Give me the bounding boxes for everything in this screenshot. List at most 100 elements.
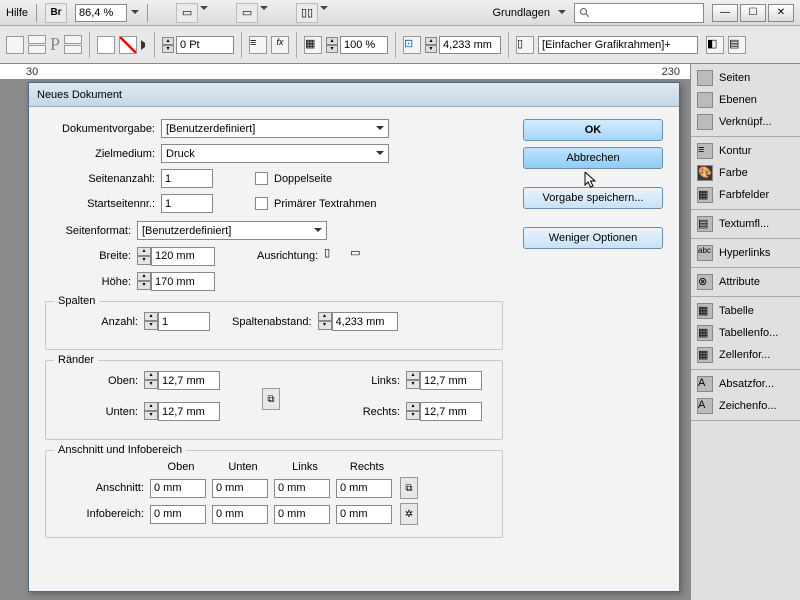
margin-right-label: Rechts: <box>320 406 400 418</box>
panel-absatzformate[interactable]: AAbsatzfor... <box>691 373 800 395</box>
slug-bottom-input[interactable] <box>212 505 268 524</box>
margin-bottom-input[interactable] <box>158 402 220 421</box>
margin-right-stepper[interactable]: ▴▾ <box>406 402 420 421</box>
bleed-legend: Anschnitt und Infobereich <box>54 444 186 456</box>
chevron-down-icon[interactable] <box>200 6 208 14</box>
panel-seiten[interactable]: Seiten <box>691 67 800 89</box>
intent-select[interactable]: Druck <box>161 144 389 163</box>
object-style-icon[interactable]: ▯ <box>516 36 534 54</box>
minimize-button[interactable]: — <box>712 4 738 22</box>
bleed-right-input[interactable] <box>336 479 392 498</box>
fill-swatch[interactable] <box>97 36 115 54</box>
fx-icon[interactable]: fx <box>271 36 289 54</box>
panel-zellenformate[interactable]: ▦Zellenfor... <box>691 344 800 366</box>
panel-kontur[interactable]: ≡Kontur <box>691 140 800 162</box>
tool-icon[interactable] <box>64 35 82 44</box>
opacity-input[interactable] <box>340 36 388 54</box>
bridge-button[interactable]: Br <box>45 3 67 23</box>
startpage-input[interactable] <box>161 194 213 213</box>
link-margins-icon[interactable]: ⧉ <box>262 388 280 410</box>
primary-frame-checkbox[interactable] <box>255 197 268 210</box>
column-count-stepper[interactable]: ▴▾ <box>144 312 158 331</box>
view-mode-2-button[interactable]: ▭ <box>236 3 258 23</box>
ok-button[interactable]: OK <box>523 119 663 141</box>
panel-ebenen[interactable]: Ebenen <box>691 89 800 111</box>
view-mode-1-button[interactable]: ▭ <box>176 3 198 23</box>
chevron-down-icon[interactable] <box>320 6 328 14</box>
dialog-titlebar[interactable]: Neues Dokument <box>29 83 679 107</box>
panel-farbfelder[interactable]: ▦Farbfelder <box>691 184 800 206</box>
menu-icon[interactable]: ▤ <box>728 36 746 54</box>
search-input[interactable] <box>574 3 704 23</box>
stroke-weight-stepper[interactable]: ▴▾ <box>162 37 174 53</box>
width-input[interactable] <box>151 247 215 266</box>
orientation-landscape-button[interactable]: ▭ <box>350 246 370 266</box>
reference-point-icon[interactable] <box>6 36 24 54</box>
column-count-input[interactable] <box>158 312 210 331</box>
doc-preset-select[interactable]: [Benutzerdefiniert] <box>161 119 389 138</box>
workspace-switcher[interactable]: Grundlagen <box>493 7 551 19</box>
zoom-input[interactable] <box>75 4 127 22</box>
fewer-options-button[interactable]: Weniger Optionen <box>523 227 663 249</box>
object-style-combo[interactable]: [Einfacher Grafikrahmen]+ <box>538 36 698 54</box>
chevron-down-icon[interactable] <box>260 6 268 14</box>
margin-top-stepper[interactable]: ▴▾ <box>144 371 158 390</box>
margin-left-input[interactable] <box>420 371 482 390</box>
facing-pages-checkbox[interactable] <box>255 172 268 185</box>
links-icon <box>697 114 713 130</box>
panel-attribute[interactable]: ⊗Attribute <box>691 271 800 293</box>
flip-v-icon[interactable] <box>28 45 46 54</box>
slug-right-input[interactable] <box>336 505 392 524</box>
height-stepper[interactable]: ▴▾ <box>137 272 151 291</box>
ruler-tick: 230 <box>662 66 680 78</box>
panel-hyperlinks[interactable]: abcHyperlinks <box>691 242 800 264</box>
cancel-button[interactable]: Abbrechen <box>523 147 663 169</box>
gap-input[interactable] <box>439 36 501 54</box>
margin-top-input[interactable] <box>158 371 220 390</box>
opacity-stepper[interactable]: ▴▾ <box>326 37 338 53</box>
margin-right-input[interactable] <box>420 402 482 421</box>
slug-top-input[interactable] <box>150 505 206 524</box>
gap-stepper[interactable]: ▴▾ <box>425 37 437 53</box>
chevron-down-icon <box>376 151 384 159</box>
stroke-swatch[interactable] <box>119 36 137 54</box>
panel-textumfluss[interactable]: ▤Textumfl... <box>691 213 800 235</box>
separator <box>36 4 37 22</box>
expand-icon[interactable] <box>141 40 147 50</box>
slug-left-input[interactable] <box>274 505 330 524</box>
link-bleed-icon[interactable]: ⧉ <box>400 477 418 499</box>
panel-farbe[interactable]: 🎨Farbe <box>691 162 800 184</box>
bleed-bottom-input[interactable] <box>212 479 268 498</box>
panel-zeichenformate[interactable]: AZeichenfo... <box>691 395 800 417</box>
maximize-button[interactable]: ☐ <box>740 4 766 22</box>
text-wrap-icon[interactable]: ▦ <box>304 36 322 54</box>
width-stepper[interactable]: ▴▾ <box>137 247 151 266</box>
margin-left-stepper[interactable]: ▴▾ <box>406 371 420 390</box>
separator <box>395 32 396 58</box>
save-preset-button[interactable]: Vorgabe speichern... <box>523 187 663 209</box>
link-slug-icon[interactable]: ✲ <box>400 503 418 525</box>
flip-h-icon[interactable] <box>28 35 46 44</box>
frame-fit-icon[interactable]: ⊡ <box>403 36 421 54</box>
panel-tabellenformate[interactable]: ▦Tabellenfo... <box>691 322 800 344</box>
bleed-left-input[interactable] <box>274 479 330 498</box>
pages-input[interactable] <box>161 169 213 188</box>
panel-verknuepfungen[interactable]: Verknüpf... <box>691 111 800 133</box>
chevron-down-icon[interactable] <box>558 10 566 18</box>
bleed-top-input[interactable] <box>150 479 206 498</box>
zoom-dropdown-icon[interactable] <box>131 10 139 18</box>
panel-tabelle[interactable]: ▦Tabelle <box>691 300 800 322</box>
stroke-weight-input[interactable] <box>176 36 234 54</box>
align-icon[interactable]: ≡ <box>249 36 267 54</box>
margin-bottom-stepper[interactable]: ▴▾ <box>144 402 158 421</box>
tool-icon[interactable] <box>64 45 82 54</box>
gutter-input[interactable] <box>332 312 398 331</box>
pagesize-select[interactable]: [Benutzerdefiniert] <box>137 221 327 240</box>
height-input[interactable] <box>151 272 215 291</box>
view-mode-3-button[interactable]: ▯▯ <box>296 3 318 23</box>
help-menu[interactable]: Hilfe <box>6 7 28 19</box>
corner-options-icon[interactable]: ◧ <box>706 36 724 54</box>
gutter-stepper[interactable]: ▴▾ <box>318 312 332 331</box>
close-button[interactable]: ✕ <box>768 4 794 22</box>
orientation-portrait-button[interactable]: ▯ <box>324 246 344 266</box>
